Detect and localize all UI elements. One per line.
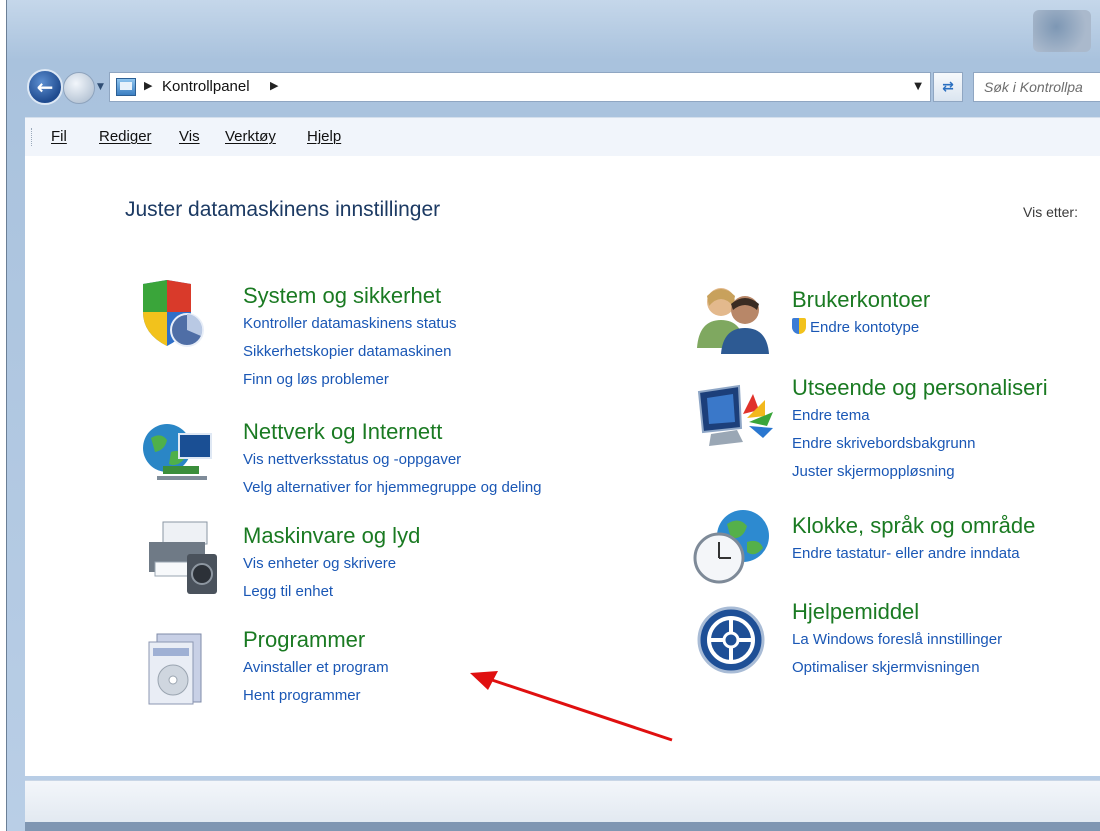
annotation-arrow xyxy=(470,671,673,742)
annotation-arrow-shaft xyxy=(491,678,673,742)
